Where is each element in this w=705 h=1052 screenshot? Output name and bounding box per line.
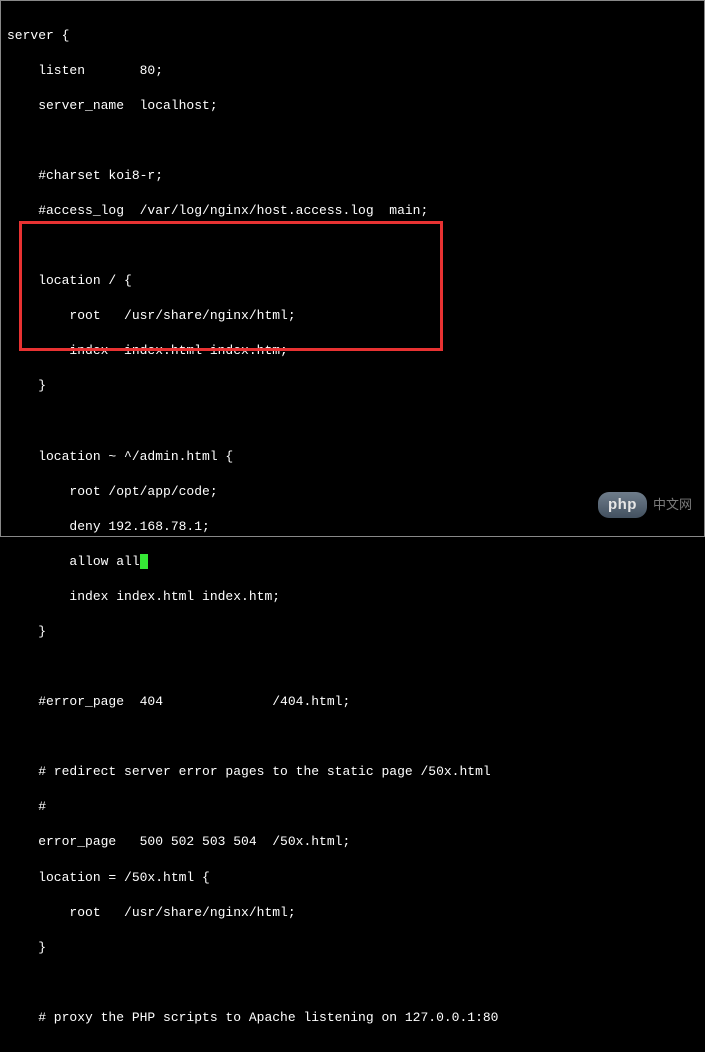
code-line: location ~ ^/admin.html {: [7, 448, 698, 466]
nginx-config-code: server { listen 80; server_name localhos…: [1, 1, 704, 1052]
code-line: [7, 974, 698, 992]
code-line: server_name localhost;: [7, 97, 698, 115]
watermark: php 中文网: [598, 492, 692, 518]
code-line: deny 192.168.78.1;: [7, 518, 698, 536]
code-line: }: [7, 939, 698, 957]
code-line: listen 80;: [7, 62, 698, 80]
code-line: # redirect server error pages to the sta…: [7, 763, 698, 781]
code-line: index index.html index.htm;: [7, 588, 698, 606]
code-line: #error_page 404 /404.html;: [7, 693, 698, 711]
code-line: #access_log /var/log/nginx/host.access.l…: [7, 202, 698, 220]
cursor-icon: [140, 554, 148, 569]
watermark-text: 中文网: [653, 496, 692, 514]
code-line: # proxy the PHP scripts to Apache listen…: [7, 1009, 698, 1027]
code-line: location / {: [7, 272, 698, 290]
code-line: error_page 500 502 503 504 /50x.html;: [7, 833, 698, 851]
code-line: [7, 132, 698, 150]
code-line: root /usr/share/nginx/html;: [7, 307, 698, 325]
code-line: index index.html index.htm;: [7, 342, 698, 360]
code-line: #: [7, 798, 698, 816]
code-line: [7, 728, 698, 746]
php-badge: php: [598, 492, 647, 518]
code-line: allow all: [7, 553, 698, 571]
code-line: location = /50x.html {: [7, 869, 698, 887]
code-line: #charset koi8-r;: [7, 167, 698, 185]
code-line: [7, 658, 698, 676]
code-line: }: [7, 377, 698, 395]
code-line: [7, 237, 698, 255]
code-line: root /usr/share/nginx/html;: [7, 904, 698, 922]
code-line: root /opt/app/code;: [7, 483, 698, 501]
code-text: allow all: [7, 554, 140, 569]
code-line: [7, 412, 698, 430]
code-line: }: [7, 623, 698, 641]
code-line: server {: [7, 27, 698, 45]
